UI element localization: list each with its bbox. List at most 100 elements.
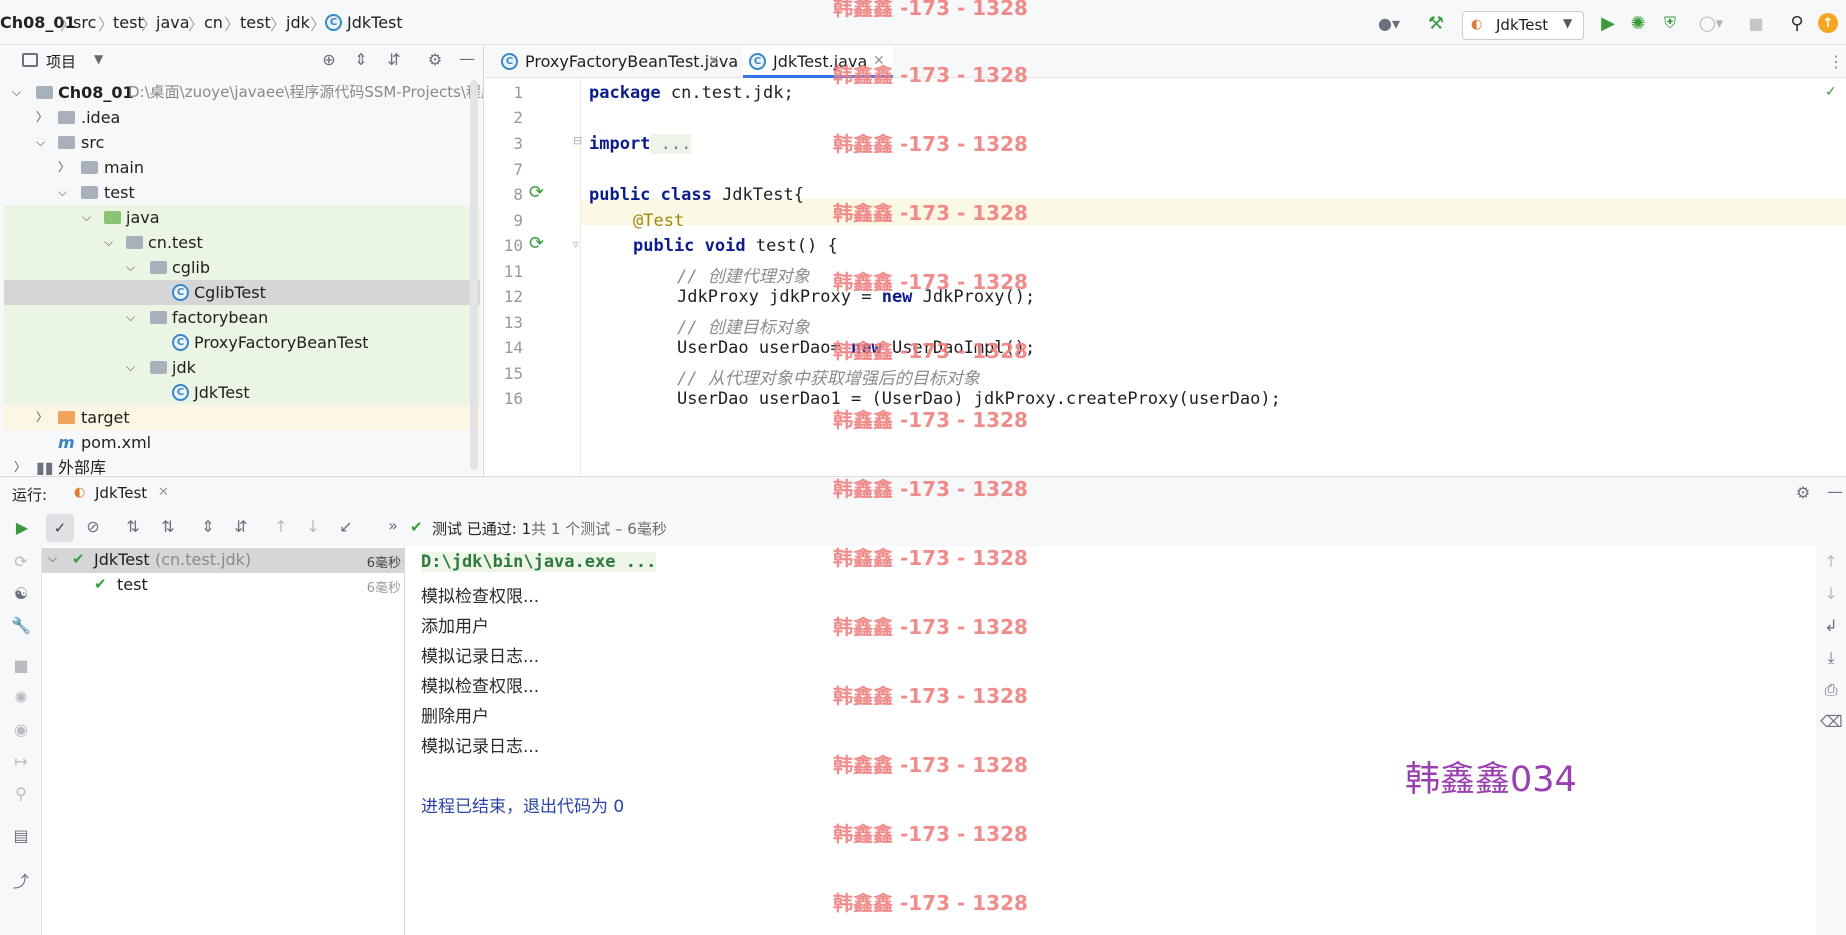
- wrench-icon[interactable]: 🔧: [10, 616, 32, 635]
- show-passed-icon[interactable]: ✓: [46, 514, 74, 542]
- console-line: 模拟记录日志...: [421, 647, 540, 667]
- tree-item-pom[interactable]: m pom.xml: [4, 430, 480, 455]
- trash-icon[interactable]: ⌫: [1820, 712, 1843, 731]
- gear-icon[interactable]: ⚙: [1792, 483, 1814, 502]
- expand-all-icon[interactable]: ⇕: [197, 517, 219, 536]
- exit-icon[interactable]: ↦: [10, 752, 32, 771]
- chevron-right-icon[interactable]: 〉: [58, 155, 70, 180]
- chevron-down-icon[interactable]: ⌵: [36, 130, 45, 155]
- chevron-down-icon[interactable]: ⌵: [126, 255, 135, 280]
- toggle-auto-test-icon[interactable]: ☯: [10, 584, 32, 603]
- test-row-jdktest[interactable]: ⌵ ✔ JdkTest (cn.test.jdk) 6毫秒: [42, 548, 405, 573]
- tree-item-cn-test[interactable]: ⌵ cn.test: [4, 230, 480, 255]
- run-configuration-selector[interactable]: ◐ JdkTest ▼: [1462, 11, 1584, 40]
- chevron-down-icon[interactable]: ⌵: [126, 355, 135, 380]
- breadcrumb-test-pkg[interactable]: test: [240, 13, 271, 32]
- run-tab-label[interactable]: JdkTest: [95, 484, 147, 502]
- user-icon[interactable]: ●▾: [1373, 13, 1405, 33]
- update-icon[interactable]: ↑: [1818, 13, 1838, 33]
- search-icon[interactable]: ⚲: [1786, 12, 1808, 34]
- tree-item-src[interactable]: ⌵ src: [4, 130, 480, 155]
- pin-icon[interactable]: ⤴: [10, 868, 32, 892]
- tree-item-cglib[interactable]: ⌵ cglib: [4, 255, 480, 280]
- expand-all-icon[interactable]: ⇕: [350, 50, 372, 69]
- tree-item-java[interactable]: ⌵ java: [4, 205, 480, 230]
- stop-icon[interactable]: ■: [1745, 12, 1767, 34]
- minimize-icon[interactable]: —: [1824, 482, 1846, 501]
- tree-item-test[interactable]: ⌵ test: [4, 180, 480, 205]
- next-icon[interactable]: ↓: [302, 517, 324, 536]
- tree-item-external-libraries[interactable]: 〉 ▮▮ 外部库: [4, 455, 480, 475]
- up-icon[interactable]: ↑: [1820, 552, 1842, 571]
- breadcrumb-src[interactable]: src: [73, 13, 96, 32]
- breadcrumb-jdk[interactable]: jdk: [286, 13, 310, 32]
- breadcrumb-test[interactable]: test: [113, 13, 144, 32]
- run-test-gutter-icon[interactable]: ⟳: [529, 182, 544, 203]
- chevron-down-icon[interactable]: ⌵: [12, 80, 21, 105]
- chevron-down-icon[interactable]: ▼: [94, 52, 103, 66]
- gear-icon[interactable]: ⚙: [424, 50, 446, 69]
- tree-item-idea[interactable]: 〉 .idea: [4, 105, 480, 130]
- tree-item-proxyfactorybeantest[interactable]: C ProxyFactoryBeanTest: [4, 330, 480, 355]
- stop-icon[interactable]: ■: [10, 656, 32, 675]
- watermark: 韩鑫鑫 -173 - 1328: [833, 753, 1028, 777]
- tab-proxyfactorybeantest[interactable]: C ProxyFactoryBeanTest.java ✕: [495, 45, 738, 78]
- run-icon[interactable]: ▶: [1597, 12, 1619, 34]
- more-icon[interactable]: ⋮: [1828, 52, 1844, 71]
- run-test-gutter-icon[interactable]: ⟳: [529, 233, 544, 254]
- minimize-icon[interactable]: —: [456, 49, 478, 68]
- project-view-label[interactable]: 项目: [46, 51, 76, 72]
- test-row-test[interactable]: ✔ test 6毫秒: [42, 573, 405, 598]
- chevron-down-icon[interactable]: ⌵: [48, 551, 57, 566]
- close-icon[interactable]: ✕: [708, 45, 720, 78]
- sort-alpha-icon[interactable]: ⇅: [122, 517, 144, 536]
- tree-item-cglibtest[interactable]: C CglibTest: [4, 280, 480, 305]
- tree-item-main[interactable]: 〉 main: [4, 155, 480, 180]
- import-icon[interactable]: ↙: [335, 517, 357, 536]
- rerun-failed-icon[interactable]: ⟳: [10, 552, 32, 571]
- close-icon[interactable]: ✕: [158, 485, 169, 500]
- collapse-all-icon[interactable]: ⇵: [230, 517, 252, 536]
- tree-item-factorybean[interactable]: ⌵ factorybean: [4, 305, 480, 330]
- debug-icon[interactable]: ✺: [1627, 12, 1649, 34]
- rerun-icon[interactable]: ▶: [11, 518, 33, 537]
- chevron-down-icon[interactable]: ⌵: [58, 180, 67, 205]
- breadcrumb-cn[interactable]: cn: [204, 13, 223, 32]
- code-editor[interactable]: 1 2 3 7 8 9 10 11 12 13 14 15 16 ⟳ ⟳ ⊟ ▿…: [485, 78, 1846, 475]
- breadcrumb-java[interactable]: java: [156, 13, 190, 32]
- coverage-icon[interactable]: ⛨: [1659, 12, 1681, 34]
- breadcrumb-class[interactable]: JdkTest: [347, 13, 403, 32]
- chevron-right-icon[interactable]: 〉: [14, 455, 26, 475]
- tree-item-jdk[interactable]: ⌵ jdk: [4, 355, 480, 380]
- down-icon[interactable]: ↓: [1820, 584, 1842, 603]
- console-output[interactable]: D:\jdk\bin\java.exe ... 模拟检查权限... 添加用户 模…: [405, 546, 1816, 935]
- more-icon[interactable]: »: [382, 516, 404, 535]
- tree-item-jdktest[interactable]: C JdkTest: [4, 380, 480, 405]
- fold-icon[interactable]: ⊟: [573, 134, 582, 147]
- tree-item-root[interactable]: ⌵ Ch08_01 D:\桌面\zuoye\javaee\程序源代码SSM-Pr…: [4, 80, 483, 105]
- hammer-icon[interactable]: ⚒: [1425, 12, 1447, 34]
- run-config-label: JdkTest: [1496, 16, 1549, 34]
- show-ignored-icon[interactable]: ⊘: [82, 517, 104, 536]
- search-icon[interactable]: ⚲: [10, 784, 32, 803]
- chevron-right-icon[interactable]: 〉: [36, 105, 48, 130]
- print-icon[interactable]: ⎙: [1820, 680, 1842, 700]
- layout-icon[interactable]: ▤: [10, 826, 32, 845]
- chevron-down-icon[interactable]: ⌵: [82, 205, 91, 230]
- tree-item-target[interactable]: 〉 target: [4, 405, 480, 430]
- fold-icon[interactable]: ▿: [573, 238, 579, 251]
- previous-icon[interactable]: ↑: [270, 517, 292, 536]
- sort-duration-icon[interactable]: ⇅: [157, 517, 179, 536]
- chevron-right-icon[interactable]: 〉: [36, 405, 48, 430]
- scroll-to-end-icon[interactable]: ⤓: [1820, 648, 1842, 668]
- collapse-all-icon[interactable]: ⇵: [383, 50, 405, 69]
- inspection-ok-icon[interactable]: ✓: [1825, 84, 1837, 100]
- chevron-down-icon[interactable]: ⌵: [104, 230, 113, 255]
- camera-icon[interactable]: ◉: [10, 720, 32, 739]
- profile-icon[interactable]: ◯▾: [1691, 12, 1731, 34]
- scrollbar[interactable]: [470, 80, 478, 470]
- soft-wrap-icon[interactable]: ↲: [1820, 616, 1842, 635]
- locate-icon[interactable]: ⊕: [318, 50, 340, 69]
- debug-icon[interactable]: ✺: [10, 688, 32, 707]
- chevron-down-icon[interactable]: ⌵: [126, 305, 135, 330]
